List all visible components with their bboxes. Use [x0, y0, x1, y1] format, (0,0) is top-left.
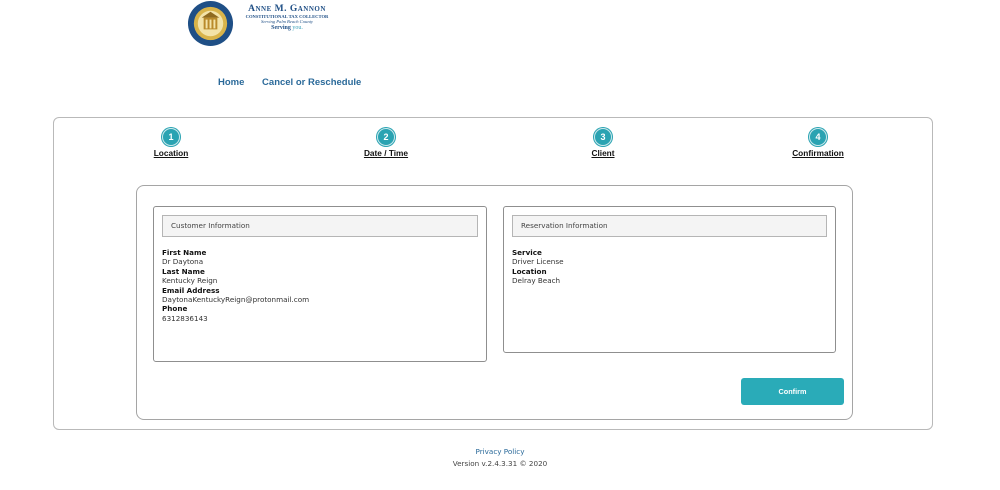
- step-confirmation[interactable]: 4 Confirmation: [778, 128, 858, 158]
- first-name-value: Dr Daytona: [162, 257, 204, 267]
- step-label: Confirmation: [792, 148, 844, 158]
- step-label: Date / Time: [363, 148, 409, 158]
- logo-serving-word: Serving: [271, 25, 291, 31]
- reservation-fields: Service Driver License Location Delray B…: [512, 248, 564, 286]
- last-name-value: Kentucky Reign: [162, 276, 218, 286]
- step-number: 4: [809, 128, 827, 146]
- logo-tagline: Serving you.: [237, 24, 337, 32]
- location-label: Location: [512, 266, 547, 276]
- email-label: Email Address: [162, 285, 220, 295]
- logo-you-word: you.: [292, 25, 303, 31]
- step-number: 3: [594, 128, 612, 146]
- phone-label: Phone: [162, 304, 188, 314]
- tax-collector-logo[interactable]: Anne M. Gannon CONSTITUTIONAL TAX COLLEC…: [187, 0, 347, 48]
- service-label: Service: [512, 248, 542, 257]
- step-label: Location: [153, 148, 189, 158]
- phone-value: 6312836143: [162, 313, 208, 323]
- location-value: Delray Beach: [512, 276, 561, 286]
- county-seal-icon: [187, 0, 234, 47]
- confirm-button[interactable]: Confirm: [741, 378, 844, 405]
- version-text: Version v.2.4.3.31 © 2020: [452, 459, 548, 468]
- reservation-info-header: Reservation Information: [512, 215, 827, 237]
- customer-info-header: Customer Information: [162, 215, 478, 237]
- customer-fields: First Name Dr Daytona Last Name Kentucky…: [162, 248, 309, 323]
- step-number: 2: [377, 128, 395, 146]
- top-nav: Home Cancel or Reschedule: [218, 77, 376, 88]
- reservation-info-panel: Reservation Information Service Driver L…: [503, 206, 836, 353]
- step-client[interactable]: 3 Client: [563, 128, 643, 158]
- first-name-label: First Name: [162, 248, 207, 257]
- nav-cancel-reschedule-link[interactable]: Cancel or Reschedule: [262, 77, 361, 88]
- step-location[interactable]: 1 Location: [131, 128, 211, 158]
- last-name-label: Last Name: [162, 266, 205, 276]
- service-value: Driver License: [512, 257, 564, 267]
- nav-home-link[interactable]: Home: [218, 77, 244, 88]
- email-value: DaytonaKentuckyReign@protonmail.com: [162, 295, 310, 305]
- step-number: 1: [162, 128, 180, 146]
- step-date-time[interactable]: 2 Date / Time: [346, 128, 426, 158]
- logo-name: Anne M. Gannon: [248, 4, 326, 14]
- step-label: Client: [591, 148, 615, 158]
- privacy-policy-link[interactable]: Privacy Policy: [0, 447, 1000, 456]
- customer-info-panel: Customer Information First Name Dr Dayto…: [153, 206, 487, 362]
